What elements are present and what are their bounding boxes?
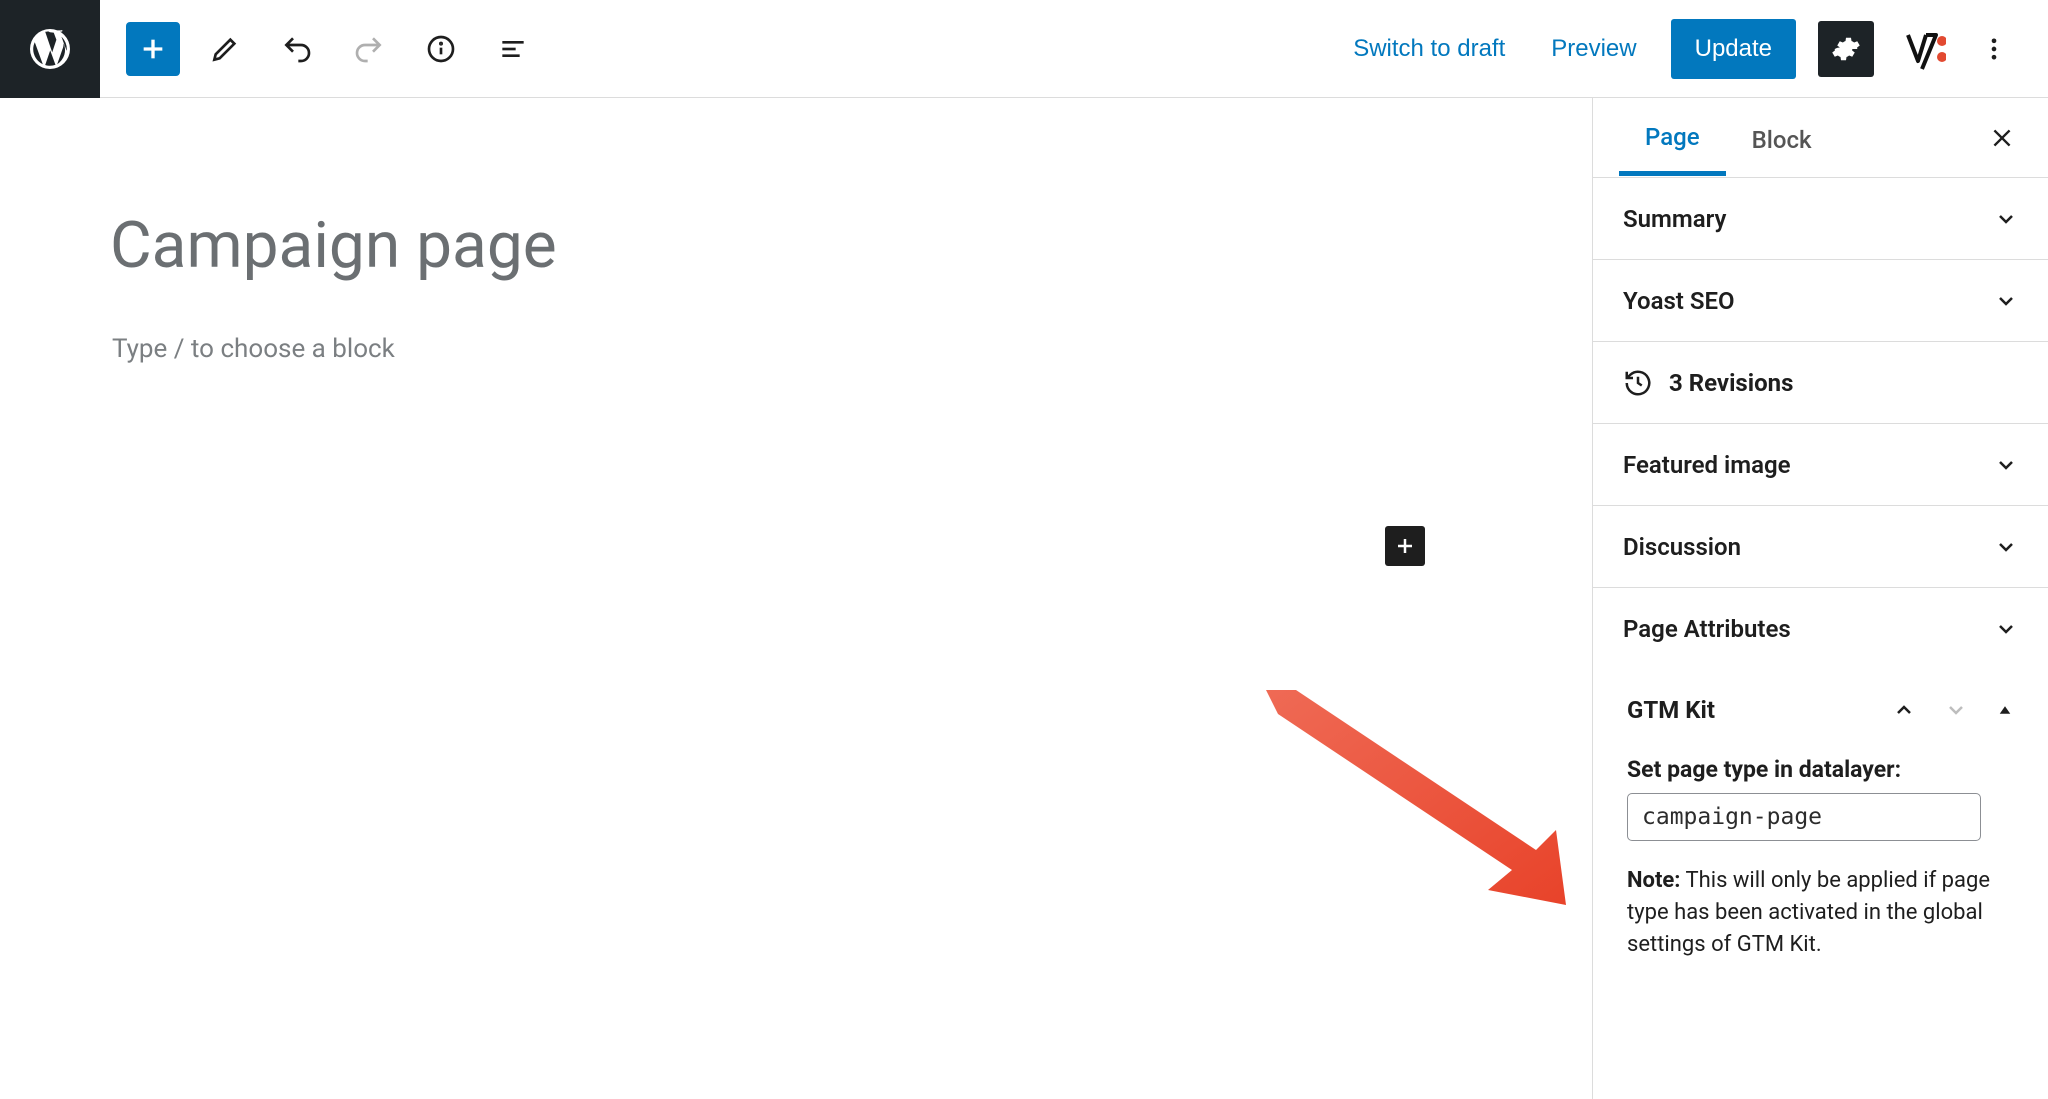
close-icon [1989, 125, 2015, 151]
chevron-down-icon [1994, 453, 2018, 477]
toolbar-left-group [100, 22, 540, 76]
edit-mode-button[interactable] [198, 22, 252, 76]
plus-icon [1393, 534, 1417, 558]
tab-block[interactable]: Block [1726, 102, 1838, 174]
chevron-down-icon [1994, 617, 2018, 641]
redo-button[interactable] [342, 22, 396, 76]
list-view-icon [497, 33, 529, 65]
revisions-label: 3 Revisions [1669, 369, 1793, 397]
panel-summary[interactable]: Summary [1593, 178, 2048, 260]
toolbar-right-group: Switch to draft Preview Update [1341, 19, 2048, 79]
add-block-button[interactable] [126, 22, 180, 76]
panel-label: Yoast SEO [1623, 287, 1735, 315]
gtm-field-label: Set page type in datalayer: [1627, 756, 2014, 783]
panel-gtm-kit-header[interactable]: GTM Kit [1593, 670, 2048, 750]
gtm-note-text: This will only be applied if page type h… [1627, 868, 1990, 957]
panel-label: Page Attributes [1623, 615, 1791, 643]
chevron-down-icon [1994, 535, 2018, 559]
editor-canvas[interactable]: Campaign page Type / to choose a block [0, 98, 1593, 1099]
undo-button[interactable] [270, 22, 324, 76]
update-button[interactable]: Update [1671, 19, 1796, 79]
kebab-icon [1980, 35, 2008, 63]
revisions-link[interactable]: 3 Revisions [1593, 342, 2048, 424]
undo-icon [281, 33, 313, 65]
chevron-down-icon [1994, 289, 2018, 313]
pencil-icon [209, 33, 241, 65]
panel-label: Featured image [1623, 451, 1791, 479]
redo-icon [353, 33, 385, 65]
panel-label: Summary [1623, 205, 1726, 233]
preview-button[interactable]: Preview [1539, 27, 1648, 71]
panel-page-attributes[interactable]: Page Attributes [1593, 588, 2048, 670]
info-icon [425, 33, 457, 65]
plus-icon [137, 33, 169, 65]
panel-label: Discussion [1623, 533, 1741, 561]
gtm-note: Note: This will only be applied if page … [1627, 865, 2014, 961]
close-sidebar-button[interactable] [1982, 118, 2022, 158]
gtm-note-label: Note: [1627, 868, 1680, 893]
gtm-page-type-input[interactable] [1627, 793, 1981, 841]
wordpress-icon [26, 25, 74, 73]
block-placeholder[interactable]: Type / to choose a block [112, 334, 395, 364]
list-view-button[interactable] [486, 22, 540, 76]
panel-gtm-kit-body: Set page type in datalayer: Note: This w… [1593, 750, 2048, 1001]
settings-button[interactable] [1818, 21, 1874, 77]
panel-featured-image[interactable]: Featured image [1593, 424, 2048, 506]
tab-page[interactable]: Page [1619, 99, 1726, 176]
gear-icon [1831, 34, 1861, 64]
chevron-down-icon[interactable] [1944, 698, 1968, 722]
gtm-kit-title: GTM Kit [1627, 696, 1715, 724]
history-icon [1623, 368, 1653, 398]
triangle-up-icon[interactable] [1996, 701, 2014, 719]
sidebar-tabs: Page Block [1593, 98, 2048, 178]
more-options-button[interactable] [1974, 21, 2014, 77]
page-title[interactable]: Campaign page [110, 208, 557, 283]
details-button[interactable] [414, 22, 468, 76]
chevron-up-icon[interactable] [1892, 698, 1916, 722]
inline-add-block-button[interactable] [1385, 526, 1425, 566]
panel-yoast-seo[interactable]: Yoast SEO [1593, 260, 2048, 342]
annotation-arrow [1266, 690, 1566, 910]
gtm-kit-controls [1892, 698, 2014, 722]
settings-sidebar: Page Block Summary Yoast SEO 3 Revisions… [1593, 98, 2048, 1099]
yoast-icon [1902, 27, 1946, 71]
editor-top-toolbar: Switch to draft Preview Update [0, 0, 2048, 98]
chevron-down-icon [1994, 207, 2018, 231]
switch-to-draft-button[interactable]: Switch to draft [1341, 27, 1517, 71]
wordpress-logo[interactable] [0, 0, 100, 98]
yoast-seo-button[interactable] [1896, 21, 1952, 77]
panel-discussion[interactable]: Discussion [1593, 506, 2048, 588]
